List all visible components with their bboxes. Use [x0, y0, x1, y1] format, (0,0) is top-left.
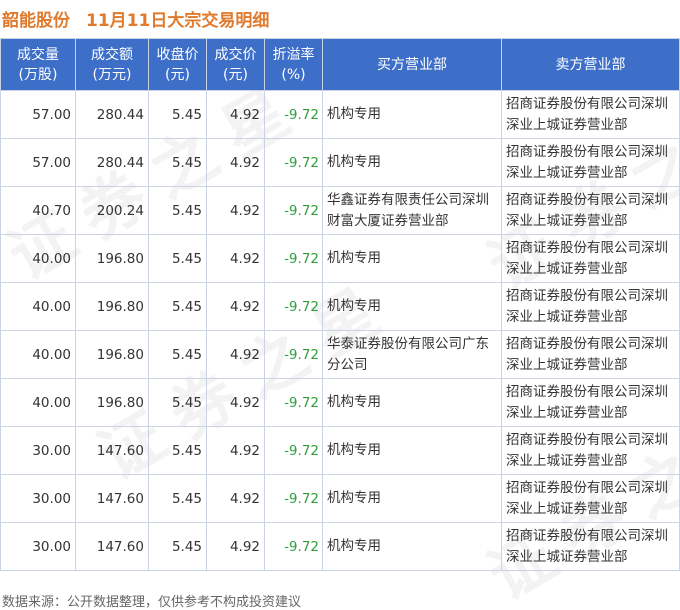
table-header-row: 成交量 (万股) 成交额 (万元) 收盘价 (元) 成交价 (元) 折溢率 (%) 买方营…	[0, 38, 680, 91]
cell-price: 4.92	[206, 522, 265, 571]
cell-buyer: 机构专用	[322, 378, 502, 427]
table-row: 57.00 280.44 5.45 4.92 -9.72 机构专用 招商证券股份有限公司深圳…	[0, 138, 680, 187]
cell-rate: -9.72	[264, 282, 323, 331]
cell-amount: 280.44	[75, 138, 149, 187]
source-note: 数据来源：公开数据整理，仅供参考不构成投资建议	[2, 595, 302, 610]
cell-close: 5.45	[148, 138, 207, 187]
header-volume: 成交量 (万股)	[0, 38, 76, 91]
table-row: 40.00 196.80 5.45 4.92 -9.72 华泰证券股份有限公司广东分公司招…	[0, 330, 680, 379]
page-title: 韶能股份 11月11日大宗交易明细	[0, 0, 680, 36]
cell-price: 4.92	[206, 330, 265, 379]
cell-close: 5.45	[148, 378, 207, 427]
cell-amount: 196.80	[75, 378, 149, 427]
cell-seller: 招商证券股份有限公司深圳深业上城证券营业部	[501, 426, 680, 475]
table-row: 40.00 196.80 5.45 4.92 -9.72 机构专用 招商证券股份有限公司深圳…	[0, 282, 680, 331]
cell-seller: 招商证券股份有限公司深圳深业上城证券营业部	[501, 522, 680, 571]
cell-price: 4.92	[206, 282, 265, 331]
cell-amount: 200.24	[75, 186, 149, 235]
cell-buyer: 机构专用	[322, 90, 502, 139]
cell-seller: 招商证券股份有限公司深圳深业上城证券营业部	[501, 186, 680, 235]
header-price: 成交价 (元)	[206, 38, 265, 91]
table-row: 40.00 196.80 5.45 4.92 -9.72 机构专用 招商证券股份有限公司深圳…	[0, 234, 680, 283]
cell-price: 4.92	[206, 186, 265, 235]
cell-price: 4.92	[206, 426, 265, 475]
cell-close: 5.45	[148, 426, 207, 475]
cell-buyer: 机构专用	[322, 282, 502, 331]
table-row: 40.70 200.24 5.45 4.92 -9.72 华鑫证券有限责任公司深圳财富大厦…	[0, 186, 680, 235]
cell-price: 4.92	[206, 90, 265, 139]
cell-seller: 招商证券股份有限公司深圳深业上城证券营业部	[501, 330, 680, 379]
cell-rate: -9.72	[264, 186, 323, 235]
cell-close: 5.45	[148, 474, 207, 523]
cell-close: 5.45	[148, 330, 207, 379]
cell-amount: 147.60	[75, 474, 149, 523]
cell-rate: -9.72	[264, 234, 323, 283]
cell-volume: 30.00	[0, 426, 76, 475]
cell-buyer: 华鑫证券有限责任公司深圳财富大厦证券营业部	[322, 186, 502, 235]
table-subtitle: 11月11日大宗交易明细	[86, 10, 270, 31]
cell-seller: 招商证券股份有限公司深圳深业上城证券营业部	[501, 138, 680, 187]
cell-volume: 40.00	[0, 282, 76, 331]
header-close: 收盘价 (元)	[148, 38, 207, 91]
cell-rate: -9.72	[264, 474, 323, 523]
cell-buyer: 机构专用	[322, 426, 502, 475]
cell-volume: 30.00	[0, 474, 76, 523]
table-row: 30.00 147.60 5.45 4.92 -9.72 机构专用 招商证券股份有限公司深圳…	[0, 474, 680, 523]
header-rate: 折溢率 (%)	[264, 38, 323, 91]
cell-price: 4.92	[206, 474, 265, 523]
cell-seller: 招商证券股份有限公司深圳深业上城证券营业部	[501, 90, 680, 139]
cell-price: 4.92	[206, 378, 265, 427]
table-row: 30.00 147.60 5.45 4.92 -9.72 机构专用 招商证券股份有限公司深圳…	[0, 522, 680, 571]
cell-rate: -9.72	[264, 378, 323, 427]
cell-amount: 196.80	[75, 234, 149, 283]
cell-buyer: 机构专用	[322, 138, 502, 187]
cell-amount: 196.80	[75, 330, 149, 379]
cell-seller: 招商证券股份有限公司深圳深业上城证券营业部	[501, 378, 680, 427]
cell-rate: -9.72	[264, 90, 323, 139]
cell-volume: 40.70	[0, 186, 76, 235]
header-buyer: 买方营业部	[322, 38, 502, 91]
table-row: 30.00 147.60 5.45 4.92 -9.72 机构专用 招商证券股份有限公司深圳…	[0, 426, 680, 475]
cell-volume: 57.00	[0, 138, 76, 187]
cell-rate: -9.72	[264, 426, 323, 475]
cell-volume: 40.00	[0, 378, 76, 427]
cell-volume: 40.00	[0, 330, 76, 379]
cell-rate: -9.72	[264, 330, 323, 379]
cell-close: 5.45	[148, 186, 207, 235]
cell-close: 5.45	[148, 234, 207, 283]
cell-price: 4.92	[206, 234, 265, 283]
cell-amount: 147.60	[75, 522, 149, 571]
table-body: 57.00 280.44 5.45 4.92 -9.72 机构专用 招商证券股份有限公司深圳…	[0, 90, 680, 571]
cell-volume: 57.00	[0, 90, 76, 139]
cell-buyer: 机构专用	[322, 474, 502, 523]
cell-buyer: 机构专用	[322, 234, 502, 283]
cell-close: 5.45	[148, 282, 207, 331]
cell-amount: 280.44	[75, 90, 149, 139]
table-row: 57.00 280.44 5.45 4.92 -9.72 机构专用 招商证券股份有限公司深圳…	[0, 90, 680, 139]
cell-volume: 40.00	[0, 234, 76, 283]
cell-amount: 196.80	[75, 282, 149, 331]
page: 证券之星 证券之星 证券之星 证券之星 韶能股份 11月11日大宗交易明细 成交…	[0, 0, 680, 610]
cell-volume: 30.00	[0, 522, 76, 571]
cell-buyer: 华泰证券股份有限公司广东分公司	[322, 330, 502, 379]
cell-amount: 147.60	[75, 426, 149, 475]
header-amount: 成交额 (万元)	[75, 38, 149, 91]
table-row: 40.00 196.80 5.45 4.92 -9.72 机构专用 招商证券股份有限公司深圳…	[0, 378, 680, 427]
header-seller: 卖方营业部	[501, 38, 680, 91]
block-trade-table: 成交量 (万股) 成交额 (万元) 收盘价 (元) 成交价 (元) 折溢率 (%) 买方营…	[0, 38, 680, 571]
cell-rate: -9.72	[264, 138, 323, 187]
cell-seller: 招商证券股份有限公司深圳深业上城证券营业部	[501, 282, 680, 331]
cell-buyer: 机构专用	[322, 522, 502, 571]
cell-price: 4.92	[206, 138, 265, 187]
cell-close: 5.45	[148, 522, 207, 571]
cell-close: 5.45	[148, 90, 207, 139]
stock-name: 韶能股份	[2, 10, 70, 31]
cell-seller: 招商证券股份有限公司深圳深业上城证券营业部	[501, 474, 680, 523]
cell-seller: 招商证券股份有限公司深圳深业上城证券营业部	[501, 234, 680, 283]
cell-rate: -9.72	[264, 522, 323, 571]
